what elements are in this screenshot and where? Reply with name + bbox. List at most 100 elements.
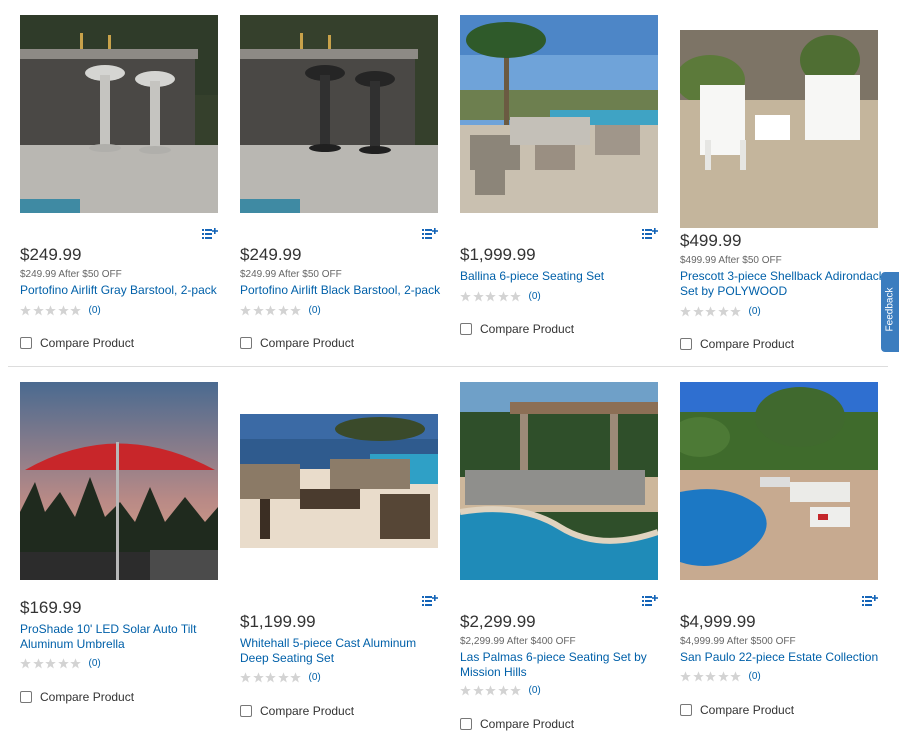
add-to-list-icon[interactable] <box>642 228 658 240</box>
star-icon <box>32 304 44 315</box>
review-count-link[interactable]: (0) <box>529 291 541 302</box>
checkbox-box[interactable] <box>240 337 252 349</box>
rating-stars[interactable]: (0) <box>240 671 321 683</box>
checkbox-box[interactable] <box>240 705 252 717</box>
product-image[interactable] <box>460 382 658 580</box>
checkbox-box[interactable] <box>460 718 472 730</box>
rating-stars[interactable]: (0) <box>460 290 541 302</box>
star-icon <box>680 305 691 316</box>
product-name-link[interactable]: Las Palmas 6-piece Seating Set by Missio… <box>460 650 665 679</box>
product-image[interactable] <box>240 414 438 548</box>
star-icon <box>20 657 31 668</box>
star-icon <box>277 671 289 682</box>
add-to-list-icon[interactable] <box>422 595 438 607</box>
product-name-link[interactable]: Prescott 3-piece Shellback Adirondack Se… <box>680 269 885 298</box>
product-name-link[interactable]: ProShade 10' LED Solar Auto Tilt Aluminu… <box>20 622 225 651</box>
star-icon <box>510 684 521 695</box>
checkbox-box[interactable] <box>460 323 472 335</box>
star-icon <box>57 304 69 315</box>
star-icon <box>70 657 81 668</box>
rating-stars[interactable]: (0) <box>680 305 761 317</box>
star-icon <box>57 657 69 668</box>
star-icon <box>240 304 251 315</box>
add-to-list-icon[interactable] <box>202 228 218 240</box>
star-icon <box>472 290 484 301</box>
review-count-link[interactable]: (0) <box>89 658 101 669</box>
compare-product-checkbox[interactable]: Compare Product <box>240 336 354 350</box>
feedback-tab[interactable]: Feedback <box>881 272 899 352</box>
checkbox-box[interactable] <box>680 338 692 350</box>
compare-label: Compare Product <box>700 337 795 351</box>
star-icon <box>472 684 484 695</box>
star-icon <box>497 290 509 301</box>
product-name-link[interactable]: San Paulo 22-piece Estate Collection <box>680 650 885 665</box>
product-name-link[interactable]: Ballina 6-piece Seating Set <box>460 269 665 284</box>
compare-product-checkbox[interactable]: Compare Product <box>680 703 794 717</box>
checkbox-box[interactable] <box>20 691 32 703</box>
star-icon <box>32 657 44 668</box>
compare-label: Compare Product <box>700 703 795 717</box>
product-discount: $4,999.99 After $500 OFF <box>680 636 796 647</box>
product-image[interactable] <box>680 30 878 228</box>
star-icon <box>510 290 521 301</box>
feedback-label: Feedback <box>884 287 896 332</box>
product-name-link[interactable]: Portofino Airlift Black Barstool, 2-pack <box>240 283 445 298</box>
star-icon <box>277 304 289 315</box>
star-icon <box>705 670 716 681</box>
rating-stars[interactable]: (0) <box>240 304 321 316</box>
product-price: $2,299.99 <box>460 612 536 631</box>
add-to-list-icon[interactable] <box>862 595 878 607</box>
compare-product-checkbox[interactable]: Compare Product <box>680 337 794 351</box>
star-icon <box>692 670 704 681</box>
product-price: $499.99 <box>680 231 742 250</box>
star-icon <box>485 290 496 301</box>
star-icon <box>692 305 704 316</box>
product-price: $249.99 <box>240 245 302 264</box>
compare-product-checkbox[interactable]: Compare Product <box>460 717 574 731</box>
checkbox-box[interactable] <box>680 704 692 716</box>
checkbox-box[interactable] <box>20 337 32 349</box>
star-icon <box>460 684 471 695</box>
product-image[interactable] <box>20 15 218 213</box>
compare-product-checkbox[interactable]: Compare Product <box>460 322 574 336</box>
product-price: $169.99 <box>20 598 82 617</box>
product-image[interactable] <box>240 15 438 213</box>
product-name-link[interactable]: Portofino Airlift Gray Barstool, 2-pack <box>20 283 225 298</box>
star-icon <box>45 304 56 315</box>
compare-label: Compare Product <box>260 336 355 350</box>
product-discount: $249.99 After $50 OFF <box>240 269 342 280</box>
star-icon <box>290 304 301 315</box>
star-icon <box>497 684 509 695</box>
rating-stars[interactable]: (0) <box>20 657 101 669</box>
star-icon <box>252 304 264 315</box>
rating-stars[interactable]: (0) <box>20 304 101 316</box>
compare-label: Compare Product <box>480 322 575 336</box>
product-image[interactable] <box>20 382 218 580</box>
product-price: $249.99 <box>20 245 82 264</box>
star-icon <box>265 671 276 682</box>
review-count-link[interactable]: (0) <box>309 672 321 683</box>
rating-stars[interactable]: (0) <box>680 670 761 682</box>
review-count-link[interactable]: (0) <box>749 671 761 682</box>
review-count-link[interactable]: (0) <box>749 306 761 317</box>
star-icon <box>717 305 729 316</box>
compare-product-checkbox[interactable]: Compare Product <box>20 690 134 704</box>
product-discount: $249.99 After $50 OFF <box>20 269 122 280</box>
add-to-list-icon[interactable] <box>422 228 438 240</box>
product-image[interactable] <box>680 382 878 580</box>
star-icon <box>20 304 31 315</box>
star-icon <box>730 670 741 681</box>
star-icon <box>485 684 496 695</box>
compare-label: Compare Product <box>260 704 355 718</box>
add-to-list-icon[interactable] <box>642 595 658 607</box>
compare-product-checkbox[interactable]: Compare Product <box>20 336 134 350</box>
star-icon <box>70 304 81 315</box>
review-count-link[interactable]: (0) <box>529 685 541 696</box>
review-count-link[interactable]: (0) <box>309 305 321 316</box>
product-image[interactable] <box>460 15 658 213</box>
product-price: $1,199.99 <box>240 612 316 631</box>
compare-product-checkbox[interactable]: Compare Product <box>240 704 354 718</box>
review-count-link[interactable]: (0) <box>89 305 101 316</box>
rating-stars[interactable]: (0) <box>460 684 541 696</box>
product-name-link[interactable]: Whitehall 5-piece Cast Aluminum Deep Sea… <box>240 636 445 665</box>
